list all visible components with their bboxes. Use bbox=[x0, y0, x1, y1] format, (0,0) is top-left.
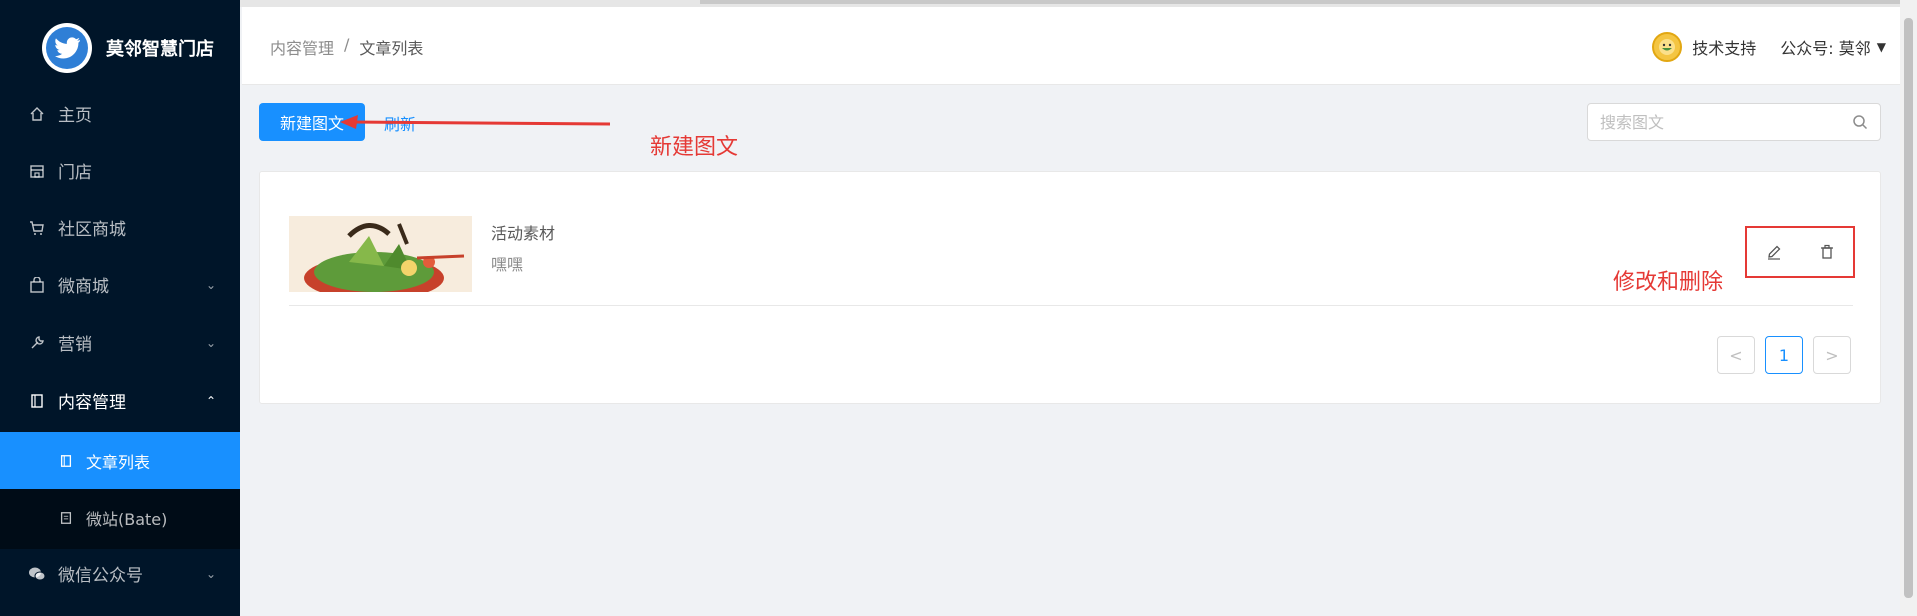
page-icon bbox=[58, 510, 74, 526]
home-icon bbox=[28, 105, 46, 123]
header: 内容管理 / 文章列表 技术支持 公众号: 莫邻 ▼ bbox=[242, 7, 1900, 85]
sidebar-item-wechat-official[interactable]: 微信公众号 ⌄ bbox=[0, 545, 240, 602]
chevron-down-icon: ⌄ bbox=[205, 335, 216, 350]
logo bbox=[42, 23, 92, 73]
article-thumbnail[interactable] bbox=[289, 216, 472, 292]
search-input[interactable] bbox=[1600, 104, 1840, 140]
sidebar-item-label: 主页 bbox=[58, 106, 92, 126]
article-description: 嘿嘿 bbox=[491, 255, 524, 274]
sidebar-item-label: 微商城 bbox=[58, 277, 109, 297]
chevron-up-icon: ⌃ bbox=[205, 393, 216, 408]
sidebar-item-label: 社区商城 bbox=[58, 220, 126, 240]
sidebar-item-store[interactable]: 门店 bbox=[0, 142, 240, 199]
sidebar-item-community-mall[interactable]: 社区商城 bbox=[0, 199, 240, 256]
breadcrumb-content-management[interactable]: 内容管理 bbox=[270, 35, 334, 59]
header-actions: 技术支持 公众号: 莫邻 ▼ bbox=[1652, 32, 1886, 62]
wechat-icon bbox=[28, 565, 46, 583]
sidebar-item-content[interactable]: 内容管理 ⌃ bbox=[0, 372, 240, 429]
scrollbar-thumb[interactable] bbox=[1904, 18, 1913, 598]
sidebar-subitem-article-list[interactable]: 文章列表 bbox=[0, 432, 240, 489]
sidebar-item-label: 营销 bbox=[58, 335, 92, 355]
vertical-scrollbar[interactable] bbox=[1900, 0, 1917, 616]
edit-icon[interactable] bbox=[1764, 242, 1784, 262]
sidebar-item-label: 微信公众号 bbox=[58, 566, 143, 586]
sidebar-subitem-label: 微站(Bate) bbox=[86, 509, 168, 529]
support-link[interactable]: 技术支持 bbox=[1692, 35, 1756, 59]
caret-down-icon: ▼ bbox=[1876, 40, 1886, 54]
account-label: 公众号: 莫邻 bbox=[1780, 39, 1871, 58]
annotation-new-article: 新建图文 bbox=[650, 135, 739, 160]
scrollbar-thumb[interactable] bbox=[700, 0, 1917, 4]
sidebar-item-marketing[interactable]: 营销 ⌄ bbox=[0, 314, 240, 371]
book-icon bbox=[58, 453, 74, 469]
annotation-arrow bbox=[340, 115, 611, 129]
annotation-edit-delete: 修改和删除 bbox=[1613, 270, 1724, 295]
pagination-page-1[interactable]: 1 bbox=[1765, 336, 1803, 374]
article-actions bbox=[1745, 226, 1855, 278]
sidebar: 莫邻智慧门店 主页 门店 社区商城 微商城 ⌄ 营销 ⌄ 内容管理 ⌃ 文章列表… bbox=[0, 0, 240, 616]
breadcrumb-separator: / bbox=[344, 35, 350, 54]
search-icon[interactable] bbox=[1852, 114, 1868, 130]
pagination-next[interactable]: > bbox=[1813, 336, 1851, 374]
cart-icon bbox=[28, 219, 46, 237]
sidebar-subitem-microsite[interactable]: 微站(Bate) bbox=[0, 489, 240, 546]
wrench-icon bbox=[28, 334, 46, 352]
sidebar-item-label: 内容管理 bbox=[58, 393, 126, 413]
sidebar-item-home[interactable]: 主页 bbox=[0, 85, 240, 142]
chevron-down-icon: ⌄ bbox=[205, 566, 216, 581]
search-box[interactable] bbox=[1587, 103, 1881, 141]
pagination-prev[interactable]: < bbox=[1717, 336, 1755, 374]
chevron-down-icon: ⌄ bbox=[205, 277, 216, 292]
bag-icon bbox=[28, 276, 46, 294]
sidebar-subitem-label: 文章列表 bbox=[86, 452, 151, 472]
breadcrumb: 内容管理 / 文章列表 bbox=[270, 35, 423, 59]
book-icon bbox=[28, 392, 46, 410]
store-icon bbox=[28, 162, 46, 180]
sidebar-item-label: 门店 bbox=[58, 163, 92, 183]
bird-logo-icon bbox=[46, 27, 88, 69]
article-title[interactable]: 活动素材 bbox=[491, 220, 555, 244]
support-avatar-icon[interactable] bbox=[1652, 32, 1683, 62]
delete-icon[interactable] bbox=[1817, 242, 1837, 262]
breadcrumb-current: 文章列表 bbox=[359, 39, 424, 58]
horizontal-scrollbar[interactable] bbox=[240, 0, 1917, 7]
logo-area: 莫邻智慧门店 bbox=[0, 0, 240, 96]
account-dropdown[interactable]: 公众号: 莫邻 ▼ bbox=[1780, 35, 1886, 59]
app-name: 莫邻智慧门店 bbox=[106, 39, 214, 60]
sidebar-item-wechat-mall[interactable]: 微商城 ⌄ bbox=[0, 256, 240, 313]
